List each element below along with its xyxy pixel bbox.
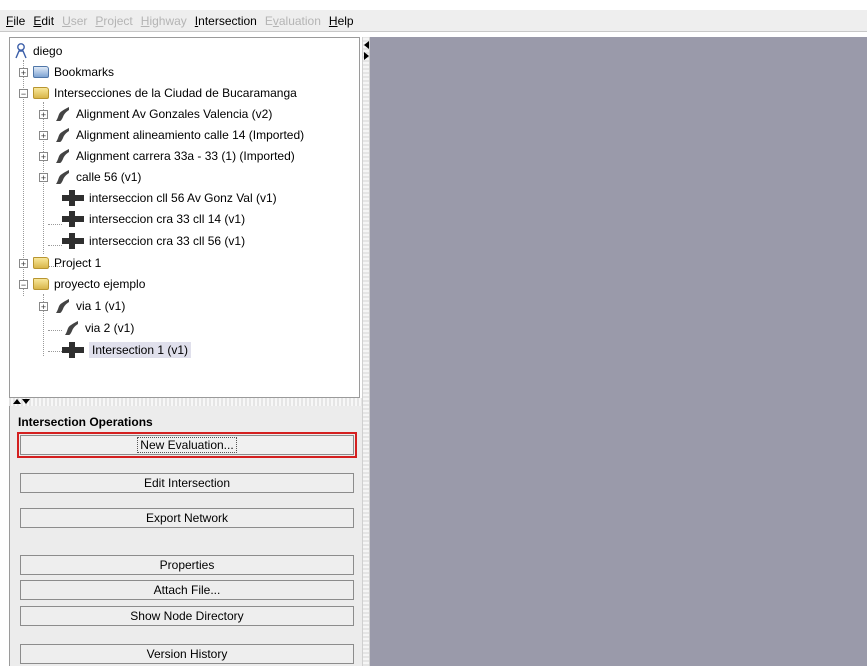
tree-node-label: Alignment alineamiento calle 14 (Importe…	[76, 128, 305, 142]
tree-node-intersection[interactable]: interseccion cra 33 cll 56 (v1)	[62, 231, 245, 251]
expand-toggle[interactable]: +	[39, 131, 48, 141]
tree-node-alignment[interactable]: Alignment alineamiento calle 14 (Importe…	[53, 125, 304, 145]
export-network-button[interactable]: Export Network	[20, 508, 354, 528]
expand-right-arrow-icon[interactable]	[364, 52, 369, 60]
new-evaluation-button[interactable]: New Evaluation...	[20, 435, 354, 455]
alignment-icon	[65, 321, 78, 335]
collapse-toggle[interactable]: −	[19, 280, 28, 290]
tree-node-label: Intersecciones de la Ciudad de Bucaraman…	[54, 86, 297, 100]
tree-node-alignment[interactable]: Alignment carrera 33a - 33 (1) (Imported…	[53, 146, 295, 166]
menu-edit[interactable]: Edit	[29, 13, 58, 29]
tree-node-project-ejemplo[interactable]: proyecto ejemplo	[33, 274, 145, 294]
tree-node-intersection[interactable]: interseccion cll 56 Av Gonz Val (v1)	[62, 188, 277, 208]
menu-project[interactable]: Project	[91, 13, 136, 29]
operations-panel: Intersection Operations New Evaluation..…	[9, 406, 362, 666]
tree-node-highway[interactable]: via 2 (v1)	[62, 318, 134, 338]
tree-node-project-bucaramanga[interactable]: Intersecciones de la Ciudad de Bucaraman…	[33, 83, 297, 103]
bookmark-folder-icon	[33, 66, 49, 78]
intersection-icon	[62, 211, 84, 227]
project-tree: diego + Bookmarks − Intersecciones de la…	[9, 37, 360, 398]
tree-node-label: calle 56 (v1)	[76, 170, 142, 184]
expand-toggle[interactable]: +	[19, 68, 28, 78]
version-history-button[interactable]: Version History	[20, 644, 354, 664]
split-down-arrow-icon[interactable]	[22, 399, 30, 404]
folder-icon	[33, 257, 49, 269]
tree-node-label: Intersection 1 (v1)	[89, 342, 192, 358]
alignment-icon	[56, 170, 69, 184]
menu-intersection[interactable]: Intersection	[191, 13, 261, 29]
alignment-icon	[56, 149, 69, 163]
tree-node-label: Project 1	[54, 256, 102, 270]
tree-node-bookmarks[interactable]: Bookmarks	[33, 62, 114, 82]
alignment-icon	[56, 107, 69, 121]
tree-node-label: interseccion cll 56 Av Gonz Val (v1)	[89, 191, 277, 205]
tree-node-label: via 2 (v1)	[85, 321, 135, 335]
tree-node-alignment[interactable]: Alignment Av Gonzales Valencia (v2)	[53, 104, 272, 124]
expand-toggle[interactable]: +	[39, 173, 48, 183]
attach-file-button[interactable]: Attach File...	[20, 580, 354, 600]
operations-title: Intersection Operations	[18, 415, 153, 429]
tree-node-label: via 1 (v1)	[76, 299, 126, 313]
menu-file[interactable]: File	[2, 13, 29, 29]
expand-toggle[interactable]: +	[19, 259, 28, 269]
show-node-directory-button[interactable]: Show Node Directory	[20, 606, 354, 626]
intersection-icon	[62, 233, 84, 249]
menu-evaluation[interactable]: Evaluation	[261, 13, 325, 29]
edit-intersection-button[interactable]: Edit Intersection	[20, 473, 354, 493]
collapse-left-arrow-icon[interactable]	[364, 41, 369, 49]
tree-node-label: Alignment carrera 33a - 33 (1) (Imported…	[76, 149, 295, 163]
vertical-splitter[interactable]	[362, 37, 370, 666]
tree-node-label: Alignment Av Gonzales Valencia (v2)	[76, 107, 273, 121]
tree-node-label: proyecto ejemplo	[54, 277, 146, 291]
menu-user[interactable]: User	[58, 13, 91, 29]
tree-node-label: interseccion cra 33 cll 56 (v1)	[89, 234, 246, 248]
menu-highway[interactable]: Highway	[137, 13, 191, 29]
workspace-area	[370, 37, 867, 666]
menu-bar: File Edit User Project Highway Intersect…	[0, 10, 867, 32]
tree-node-user[interactable]: diego	[14, 41, 62, 61]
intersection-icon	[62, 190, 84, 206]
split-up-arrow-icon[interactable]	[13, 399, 21, 404]
collapse-toggle[interactable]: −	[19, 89, 28, 99]
alignment-icon	[56, 128, 69, 142]
tree-node-label: interseccion cra 33 cll 14 (v1)	[89, 212, 246, 226]
intersection-icon	[62, 342, 84, 358]
tree-node-intersection[interactable]: interseccion cra 33 cll 14 (v1)	[62, 209, 245, 229]
folder-icon	[33, 278, 49, 290]
expand-toggle[interactable]: +	[39, 302, 48, 312]
tree-node-label: diego	[33, 44, 63, 58]
menu-help[interactable]: Help	[325, 13, 358, 29]
tree-node-label: Bookmarks	[54, 65, 115, 79]
properties-button[interactable]: Properties	[20, 555, 354, 575]
folder-icon	[33, 87, 49, 99]
expand-toggle[interactable]: +	[39, 110, 48, 120]
tree-node-highway[interactable]: calle 56 (v1)	[53, 167, 141, 187]
tree-node-intersection-selected[interactable]: Intersection 1 (v1)	[62, 340, 192, 360]
expand-toggle[interactable]: +	[39, 152, 48, 162]
user-icon	[15, 43, 27, 59]
horizontal-splitter[interactable]	[9, 398, 362, 406]
tree-node-highway[interactable]: via 1 (v1)	[53, 296, 125, 316]
alignment-icon	[56, 299, 69, 313]
tree-node-project-1[interactable]: Project 1	[33, 253, 101, 273]
